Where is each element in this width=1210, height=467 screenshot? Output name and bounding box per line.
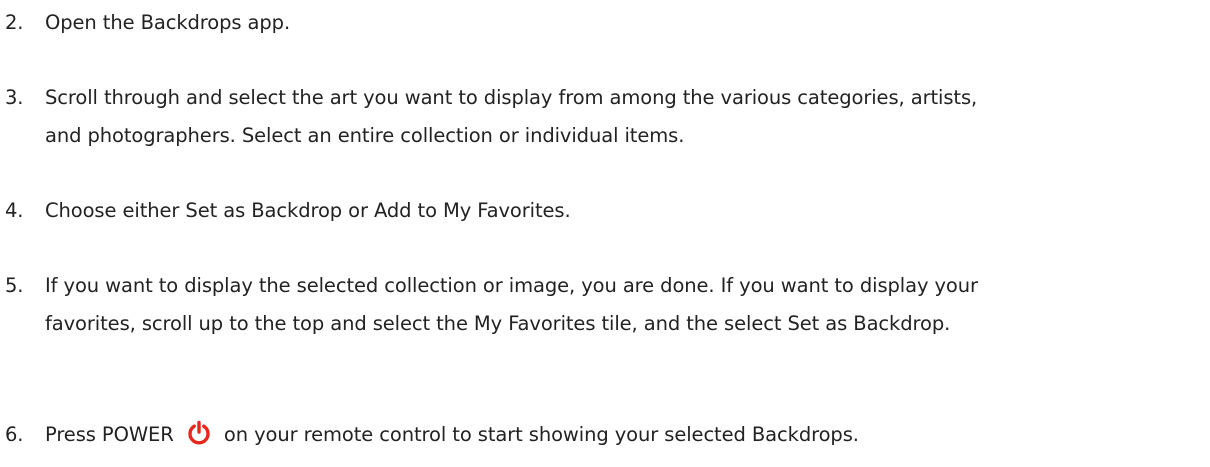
step-2: 2. Open the Backdrops app. <box>0 4 1210 42</box>
step-text-before-icon: Press POWER <box>45 423 174 446</box>
step-number: 3. <box>5 86 24 109</box>
step-number: 6. <box>5 423 24 446</box>
instructions-document: 2. Open the Backdrops app. 3. Scroll thr… <box>0 0 1210 467</box>
step-text-line-2: and photographers. Select an entire coll… <box>45 124 685 147</box>
step-text: Choose either Set as Backdrop or Add to … <box>45 199 571 222</box>
step-5: 5. If you want to display the selected c… <box>0 267 1210 343</box>
step-text-after-icon: on your remote control to start showing … <box>223 423 859 446</box>
step-text-line-1: Scroll through and select the art you wa… <box>45 86 978 109</box>
step-3: 3. Scroll through and select the art you… <box>0 79 1210 155</box>
step-text: Open the Backdrops app. <box>45 11 291 34</box>
step-number: 5. <box>5 274 24 297</box>
step-text-line-2: favorites, scroll up to the top and sele… <box>45 312 951 335</box>
step-number: 4. <box>5 199 24 222</box>
step-number: 2. <box>5 11 24 34</box>
power-icon <box>186 420 212 446</box>
step-text: Press POWER on your remote control to st… <box>45 416 1210 454</box>
step-6: 6. Press POWER on your remote control to… <box>0 416 1210 454</box>
step-text-line-1: If you want to display the selected coll… <box>45 274 978 297</box>
step-4: 4. Choose either Set as Backdrop or Add … <box>0 192 1210 230</box>
